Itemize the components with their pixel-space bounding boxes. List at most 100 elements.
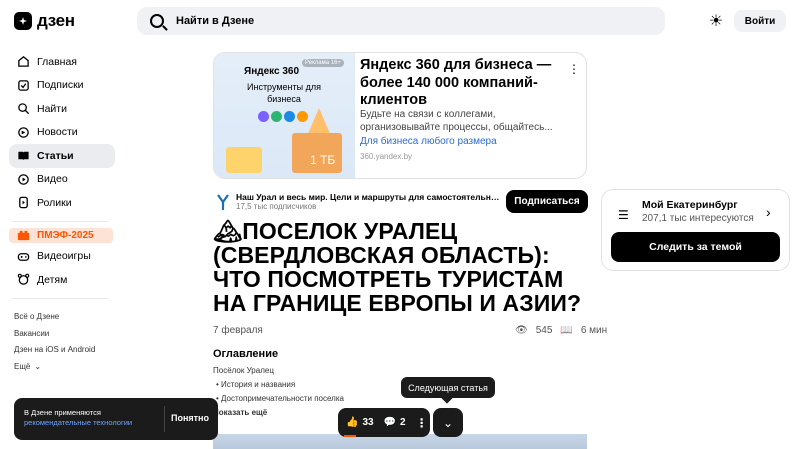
chevron-down-icon: ⌄: [34, 361, 42, 371]
cookie-notice: В Дзене применяются рекомендательные тех…: [14, 398, 218, 440]
sidebar-item-label: Ролики: [37, 196, 72, 209]
sidebar-item-label: Видеоигры: [37, 250, 91, 263]
sidebar-item-shorts[interactable]: Ролики: [9, 191, 115, 215]
search-input[interactable]: Найти в Дзене: [137, 7, 665, 35]
table-of-contents: Посёлок Уралец • История и названия • До…: [213, 364, 344, 420]
footer-link-apps[interactable]: Дзен на iOS и Android: [14, 342, 115, 359]
sidebar-item-label: ПМЭФ-2025: [37, 229, 94, 241]
article-title: 🏔ПОСЕЛОК УРАЛЕЦ (СВЕРДЛОВСКАЯ ОБЛАСТЬ): …: [213, 218, 582, 316]
subscribe-button[interactable]: Подписаться: [506, 190, 588, 213]
channel-name[interactable]: Наш Урал и весь мир. Цели и маршруты для…: [236, 192, 500, 202]
footer-link-more[interactable]: Ещё ⌄: [14, 358, 115, 375]
next-article-button[interactable]: ⌄: [433, 408, 463, 437]
sidebar-item-promo[interactable]: ПМЭФ-2025: [9, 227, 113, 243]
article-views: 545: [535, 325, 553, 336]
sidebar-item-news[interactable]: Новости: [9, 121, 115, 145]
sidebar-item-label: Статьи: [37, 149, 74, 162]
sidebar-item-video[interactable]: Видео: [9, 168, 115, 192]
footer-more-label: Ещё: [14, 361, 31, 371]
search-icon: [150, 14, 164, 28]
sidebar-item-label: Найти: [37, 102, 67, 115]
sidebar-divider: [13, 297, 107, 299]
home-icon: [17, 55, 30, 68]
sidebar-item-search[interactable]: Найти: [9, 97, 115, 121]
more-vertical-icon[interactable]: ⋮: [568, 62, 580, 76]
topic-count: 207,1 тыс интересуются: [642, 213, 754, 224]
promo-icon: [17, 229, 30, 242]
logo[interactable]: дзен: [14, 11, 75, 31]
ad-domain: 360.yandex.by: [360, 152, 413, 161]
ad-box-label: 1 ТБ: [310, 153, 336, 167]
topic-card: ☰ Мой Екатеринбург 207,1 тыс интересуютс…: [601, 189, 790, 271]
ad-image: Яндекс 360 Инструменты для бизнеса Рекла…: [214, 53, 355, 178]
cookie-text: В Дзене применяются рекомендательные тех…: [24, 408, 164, 428]
ad-image-subtitle: Инструменты для бизнеса: [247, 82, 321, 104]
cookie-divider: [164, 406, 165, 432]
thumbs-up-icon: 👍: [346, 417, 359, 428]
kids-icon: [17, 273, 30, 286]
footer-link-about[interactable]: Всё о Дзене: [14, 309, 115, 326]
app-icon: [258, 111, 269, 122]
sidebar-item-label: Новости: [37, 126, 78, 139]
comments-button[interactable]: 💬 2: [384, 417, 406, 428]
eye-icon: 👁: [515, 325, 528, 336]
sidebar-item-subscriptions[interactable]: Подписки: [9, 74, 115, 98]
zen-logo-icon: [14, 12, 32, 30]
reading-progress: [344, 435, 356, 437]
sidebar-item-home[interactable]: Главная: [9, 50, 115, 74]
more-vertical-icon[interactable]: ⋮: [416, 416, 428, 430]
toc-item[interactable]: Посёлок Уралец: [213, 364, 344, 378]
next-article-tooltip: Следующая статья: [401, 377, 495, 398]
sidebar-item-label: Видео: [37, 173, 68, 186]
sidebar: Главная Подписки Найти Новости Статьи Ви…: [9, 50, 115, 375]
gamepad-icon: [17, 250, 30, 263]
articles-icon: [17, 149, 30, 162]
ad-title[interactable]: Яндекс 360 для бизнеса — более 140 000 к…: [360, 57, 570, 110]
ad-card[interactable]: Яндекс 360 Инструменты для бизнеса Рекла…: [213, 52, 587, 179]
subscriptions-icon: [17, 79, 30, 92]
footer-link-jobs[interactable]: Вакансии: [14, 325, 115, 342]
sidebar-item-kids[interactable]: Детям: [9, 268, 115, 292]
article-read-time: 6 мин: [580, 325, 608, 336]
video-icon: [17, 173, 30, 186]
folder-icon: [226, 147, 262, 173]
news-icon: [17, 126, 30, 139]
sidebar-item-label: Подписки: [37, 79, 84, 92]
sidebar-item-label: Детям: [37, 273, 68, 286]
sidebar-item-videogames[interactable]: Видеоигры: [9, 245, 115, 269]
follow-topic-button[interactable]: Следить за темой: [611, 232, 780, 262]
article-stats: 👁 545 📖 6 мин: [515, 325, 607, 336]
app-icon: [297, 111, 308, 122]
toc-item[interactable]: • Достопримечательности поселка: [213, 392, 344, 406]
sidebar-divider: [13, 220, 107, 222]
like-button[interactable]: 👍 33: [346, 417, 374, 428]
logo-text: дзен: [37, 11, 75, 30]
channel-avatar[interactable]: [214, 193, 232, 211]
comment-count: 2: [400, 417, 406, 428]
app-icon: [284, 111, 295, 122]
like-count: 33: [362, 417, 374, 428]
apps-icons: [258, 111, 308, 122]
channel-row: Наш Урал и весь мир. Цели и маршруты для…: [213, 189, 588, 213]
double-chevron-down-icon: ⌄: [442, 415, 454, 430]
sidebar-item-articles[interactable]: Статьи: [9, 144, 115, 168]
header: дзен Найти в Дзене ☀ Войти: [0, 0, 800, 42]
menu-icon: ☰: [618, 208, 629, 222]
ad-link[interactable]: Для бизнеса любого размера: [360, 136, 497, 147]
book-icon: 📖: [560, 325, 573, 336]
article-action-bar: 👍 33 💬 2 ⋮: [338, 408, 430, 437]
search-placeholder: Найти в Дзене: [176, 15, 255, 27]
ad-description: Будьте на связи с коллегами, организовыв…: [360, 109, 553, 133]
toc-item[interactable]: • История и названия: [213, 378, 344, 392]
theme-toggle-sun-icon[interactable]: ☀: [707, 12, 725, 30]
toc-show-more[interactable]: Показать ещё: [213, 406, 344, 420]
cookie-link[interactable]: рекомендательные технологии: [24, 418, 132, 427]
chevron-right-icon[interactable]: ›: [766, 204, 771, 220]
cookie-accept-button[interactable]: Понятно: [171, 413, 209, 423]
ad-badge: Реклама 16+: [302, 59, 344, 67]
toc-title: Оглавление: [213, 348, 279, 360]
topic-name[interactable]: Мой Екатеринбург: [642, 199, 738, 211]
channel-subscribers: 17,5 тыс подписчиков: [236, 202, 317, 211]
login-button[interactable]: Войти: [734, 10, 786, 32]
comment-icon: 💬: [383, 417, 397, 428]
